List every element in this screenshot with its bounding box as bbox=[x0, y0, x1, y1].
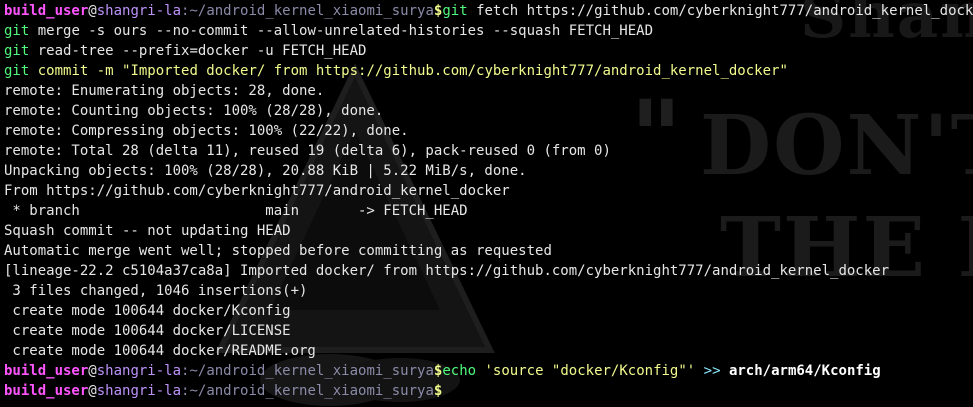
terminal-output[interactable]: build_user@shangri-la:~/android_kernel_x… bbox=[0, 0, 973, 401]
prompt-path: :~/android_kernel_xiaomi_surya bbox=[181, 383, 434, 399]
output-line: Automatic merge went well; stopped befor… bbox=[4, 243, 552, 259]
current-prompt-line[interactable]: build_user@shangri-la:~/android_kernel_x… bbox=[4, 381, 973, 401]
prompt-host: shangri-la bbox=[96, 363, 182, 379]
terminal-cursor[interactable] bbox=[442, 383, 450, 399]
output-line: [lineage-22.2 c5104a37ca8a] Imported doc… bbox=[4, 263, 890, 279]
command-line: git commit -m "Imported docker/ from htt… bbox=[4, 61, 973, 81]
output-line: 3 files changed, 1046 insertions(+) bbox=[4, 283, 308, 299]
command-line: git merge -s ours --no-commit --allow-un… bbox=[4, 21, 973, 41]
prompt-user: build_user bbox=[4, 383, 89, 399]
output-line: remote: Counting objects: 100% (28/28), … bbox=[4, 103, 384, 119]
prompt-sign: $ bbox=[433, 383, 443, 399]
prompt-host: shangri-la bbox=[96, 383, 182, 399]
echo-string: 'source "docker/Kconfig"' bbox=[476, 363, 696, 379]
output-line: create mode 100644 docker/LICENSE bbox=[4, 323, 291, 339]
echo-redirect: >> bbox=[695, 363, 721, 379]
prompt-path: :~/android_kernel_xiaomi_surya bbox=[181, 3, 434, 19]
prompt-user: build_user bbox=[4, 3, 89, 19]
output-line: From https://github.com/cyberknight777/a… bbox=[4, 183, 510, 199]
output-line: remote: Total 28 (delta 11), reused 19 (… bbox=[4, 143, 611, 159]
prompt-path: :~/android_kernel_xiaomi_surya bbox=[181, 363, 434, 379]
command-args: read-tree --prefix=docker -u FETCH_HEAD bbox=[29, 43, 367, 59]
echo-program: echo bbox=[442, 363, 477, 379]
command-program: git bbox=[4, 23, 30, 39]
output-line: remote: Enumerating objects: 28, done. bbox=[4, 83, 325, 99]
output-line: * branch main -> FETCH_HEAD bbox=[4, 203, 468, 219]
command-args: fetch https://github.com/cyberknight777/… bbox=[476, 3, 973, 19]
prompt-user: build_user bbox=[4, 363, 89, 379]
prompt-at: @ bbox=[88, 363, 97, 379]
command-args: commit -m "Imported docker/ from https:/… bbox=[29, 63, 788, 79]
output-line: create mode 100644 docker/Kconfig bbox=[4, 303, 291, 319]
command-program: git bbox=[442, 3, 468, 19]
output-line: Squash commit -- not updating HEAD bbox=[4, 223, 291, 239]
command-args: merge -s ours --no-commit --allow-unrela… bbox=[29, 23, 654, 39]
output-line: Unpacking objects: 100% (28/28), 20.88 K… bbox=[4, 163, 527, 179]
output-line: remote: Compressing objects: 100% (22/22… bbox=[4, 123, 409, 139]
command-line: git read-tree --prefix=docker -u FETCH_H… bbox=[4, 41, 973, 61]
prompt-line: build_user@shangri-la:~/android_kernel_x… bbox=[4, 361, 973, 381]
prompt-host: shangri-la bbox=[96, 3, 182, 19]
prompt-at: @ bbox=[88, 383, 97, 399]
command-program: git bbox=[4, 43, 30, 59]
prompt-at: @ bbox=[88, 3, 97, 19]
command-program: git bbox=[4, 63, 30, 79]
output-line: create mode 100644 docker/README.org bbox=[4, 343, 316, 359]
prompt-line: build_user@shangri-la:~/android_kernel_x… bbox=[4, 1, 973, 21]
echo-target: arch/arm64/Kconfig bbox=[720, 363, 881, 379]
